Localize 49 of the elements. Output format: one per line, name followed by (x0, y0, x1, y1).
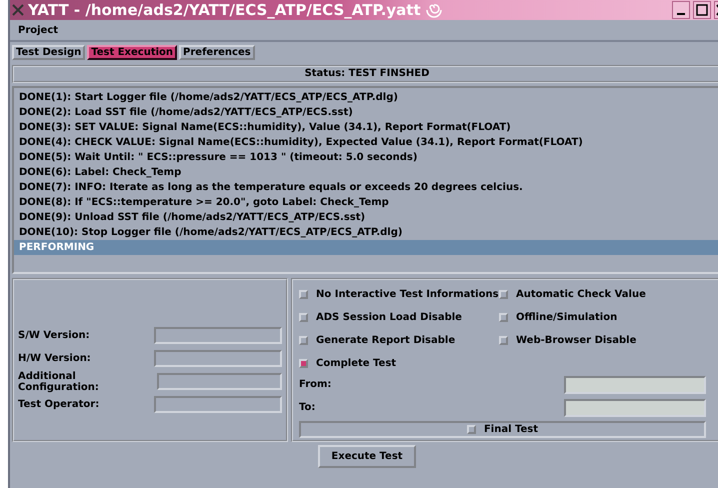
menu-item[interactable]: Project (18, 24, 58, 36)
log-entry[interactable]: DONE(9): Unload SST file (/home/ads2/YATT/ECS_ATP/ECS.sst) (18, 210, 716, 225)
checkbox[interactable] (299, 312, 308, 322)
log-entry[interactable]: DONE(1): Start Logger file (/home/ads2/YATT/ECS_ATP/ECS_ATP.dlg) (18, 90, 716, 105)
checkbox[interactable] (466, 425, 476, 434)
checkbox[interactable] (499, 290, 508, 298)
input-field[interactable] (154, 327, 282, 344)
field-label: From: (299, 379, 332, 390)
input-field[interactable] (154, 350, 282, 367)
log-entry[interactable]: DONE(2): Load SST file (/home/ads2/YATT/ECS_ATP/ECS.sst) (18, 105, 716, 120)
log-entry[interactable]: DONE(10): Stop Logger file (/home/ads2/YATT/ECS_ATP/ECS_ATP.dlg) (18, 225, 716, 240)
checkbox-label: Offline/Simulation (516, 312, 618, 322)
checkbox[interactable] (299, 336, 308, 344)
field-label: S/W Version: (18, 330, 90, 341)
final-test-toggle[interactable]: Final Test (299, 421, 706, 438)
log-entry[interactable]: DONE(6): Label: Check_Temp (18, 165, 716, 180)
checkbox-label: Automatic Check Value (516, 288, 646, 300)
tab[interactable]: Test Execution (87, 45, 178, 60)
checkbox-label: ADS Session Load Disable (316, 312, 462, 322)
tab[interactable]: Test Design (12, 45, 86, 60)
execute-button[interactable]: Execute Test (318, 445, 416, 468)
checkbox-label: Complete Test (316, 358, 396, 368)
checkbox[interactable] (499, 312, 508, 322)
field-label: To: (299, 402, 316, 413)
field-label: Additional Configuration: (18, 370, 100, 392)
tab[interactable]: Preferences (179, 45, 255, 60)
swirl-icon[interactable] (424, 2, 443, 18)
checkbox-label: Web-Browser Disable (516, 334, 636, 346)
log-entry[interactable]: DONE(4): CHECK VALUE: Signal Name(ECS::humidity), Expected Value (34.1), Report Format(FLOAT) (18, 135, 716, 150)
input-field[interactable] (564, 398, 706, 416)
minimize-icon[interactable] (672, 1, 690, 19)
input-field[interactable] (564, 376, 706, 394)
log-entry[interactable]: DONE(5): Wait Until: " ECS::pressure == 1013 " (timeout: 5.0 seconds) (18, 150, 716, 165)
input-field[interactable] (156, 373, 282, 390)
checkbox[interactable] (299, 358, 308, 368)
checkbox-label: Generate Report Disable (316, 334, 456, 346)
field-label: H/W Version: (18, 353, 91, 364)
log-entry[interactable]: PERFORMING (14, 240, 718, 255)
status-label: Status: TEST FINSHED (12, 65, 718, 83)
input-field[interactable] (154, 396, 282, 413)
log-entry[interactable]: DONE(7): INFO: Iterate as long as the temperature equals or exceeds 20 degrees celcius. (18, 180, 716, 195)
field-label: Test Operator: (18, 399, 100, 410)
maximize-icon[interactable] (693, 1, 711, 19)
checkbox[interactable] (299, 290, 308, 298)
window-title: YATT - /home/ads2/YATT/ECS_ATP/ECS_ATP.yatt (28, 1, 421, 19)
checkbox-label: No Interactive Test Informations (316, 288, 499, 300)
log-entry[interactable]: DONE(8): If "ECS::temperature >= 20.0", goto Label: Check_Temp (18, 195, 716, 210)
checkbox[interactable] (499, 336, 508, 344)
log-entry[interactable]: DONE(3): SET VALUE: Signal Name(ECS::humidity), Value (34.1), Report Format(FLOAT) (18, 120, 716, 135)
